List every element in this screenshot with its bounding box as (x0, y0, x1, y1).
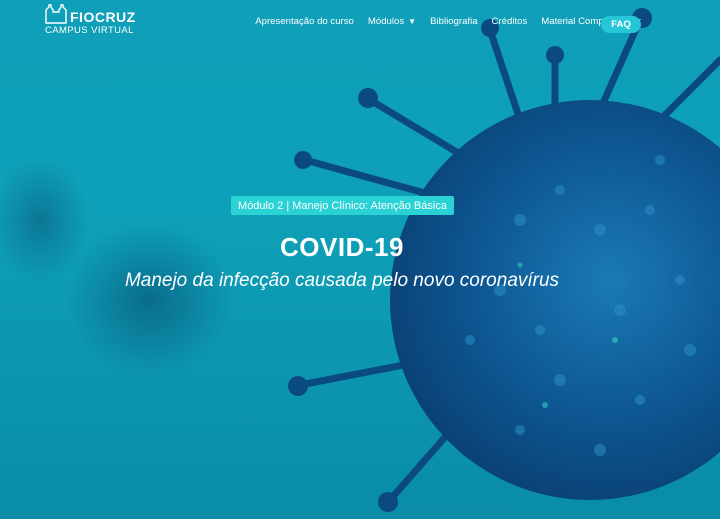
module-badge: Módulo 2 | Manejo Clínico: Atenção Básic… (231, 196, 454, 215)
nav-item-bibliografia[interactable]: Bibliografia (430, 16, 477, 27)
fiocruz-logo[interactable]: FIOCRUZ CAMPUS VIRTUAL (45, 4, 136, 36)
page-subtitle: Manejo da infecção causada pelo novo cor… (124, 270, 560, 291)
nav-item-modulos[interactable]: Módulos ▼ (368, 16, 416, 27)
nav-item-apresentacao[interactable]: Apresentação do curso (255, 16, 354, 27)
nav-item-creditos[interactable]: Créditos (492, 16, 528, 27)
page-title: COVID-19 (280, 232, 404, 262)
main-nav: Apresentação do curso Módulos ▼ Bibliogra… (255, 16, 641, 27)
nav-item-label: Módulos (367, 16, 405, 27)
brand-name: FIOCRUZ (70, 9, 136, 25)
site-header: FIOCRUZ CAMPUS VIRTUAL Apresentação do c… (0, 0, 720, 50)
brand-subtitle: CAMPUS VIRTUAL (45, 25, 134, 36)
chevron-down-icon: ▼ (408, 17, 417, 26)
faq-button[interactable]: FAQ (601, 16, 641, 33)
building-icon (45, 4, 67, 24)
